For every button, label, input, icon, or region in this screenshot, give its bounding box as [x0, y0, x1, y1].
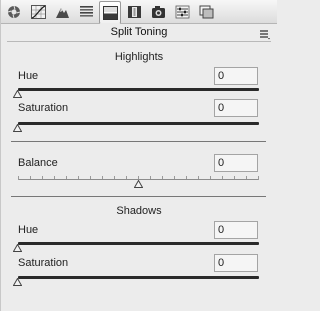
- panel-menu-icon[interactable]: [259, 27, 271, 40]
- balance-input[interactable]: 0: [214, 154, 258, 172]
- panel-tab-bar: [1, 0, 277, 24]
- highlights-title: Highlights: [114, 51, 164, 63]
- shadows-hue-input[interactable]: 0: [214, 221, 258, 239]
- highlights-saturation-slider-track[interactable]: [18, 122, 259, 125]
- presets-icon: [199, 5, 214, 19]
- highlights-hue-label: Hue: [18, 70, 39, 82]
- shadows-saturation-input[interactable]: 0: [214, 254, 258, 272]
- tab-tone-curve[interactable]: [27, 1, 49, 22]
- shadows-saturation-slider-track[interactable]: [18, 276, 259, 279]
- effects-camera-icon: [151, 5, 166, 19]
- title-divider: [7, 41, 271, 42]
- shadows-hue-label: Hue: [18, 224, 39, 236]
- highlights-saturation-label: Saturation: [18, 102, 69, 114]
- highlights-saturation-input[interactable]: 0: [214, 99, 258, 117]
- lens-corrections-icon: [127, 5, 142, 19]
- basic-aperture-icon: [7, 5, 21, 19]
- tab-split-toning[interactable]: [99, 1, 121, 24]
- section-divider: [11, 196, 266, 197]
- tab-presets[interactable]: [195, 1, 217, 22]
- tab-camera-calibration[interactable]: [171, 1, 193, 22]
- tab-lens-corrections[interactable]: [123, 1, 145, 22]
- shadows-saturation-slider-thumb[interactable]: [12, 273, 23, 286]
- highlights-hue-slider-thumb[interactable]: [12, 85, 23, 98]
- balance-label: Balance: [18, 157, 58, 169]
- detail-triangle-icon: [55, 5, 70, 19]
- hsl-grayscale-icon: [79, 5, 94, 19]
- balance-slider-thumb[interactable]: [133, 175, 144, 188]
- tab-hsl[interactable]: [75, 1, 97, 22]
- shadows-title: Shadows: [116, 205, 162, 217]
- split-toning-panel: Split Toning Highlights Hue 0 Saturation…: [0, 0, 277, 311]
- shadows-hue-slider-thumb[interactable]: [12, 239, 23, 252]
- tone-curve-icon: [30, 4, 46, 19]
- highlights-saturation-slider-thumb[interactable]: [12, 119, 23, 132]
- tab-basic[interactable]: [3, 1, 25, 22]
- shadows-saturation-label: Saturation: [18, 257, 69, 269]
- highlights-hue-slider-track[interactable]: [18, 88, 259, 91]
- section-divider: [11, 141, 266, 142]
- split-toning-icon: [102, 5, 118, 20]
- highlights-hue-input[interactable]: 0: [214, 67, 258, 85]
- panel-title: Split Toning: [110, 26, 168, 38]
- camera-calibration-icon: [175, 5, 190, 19]
- shadows-hue-slider-track[interactable]: [18, 242, 259, 245]
- tab-effects[interactable]: [147, 1, 169, 22]
- tab-detail[interactable]: [51, 1, 73, 22]
